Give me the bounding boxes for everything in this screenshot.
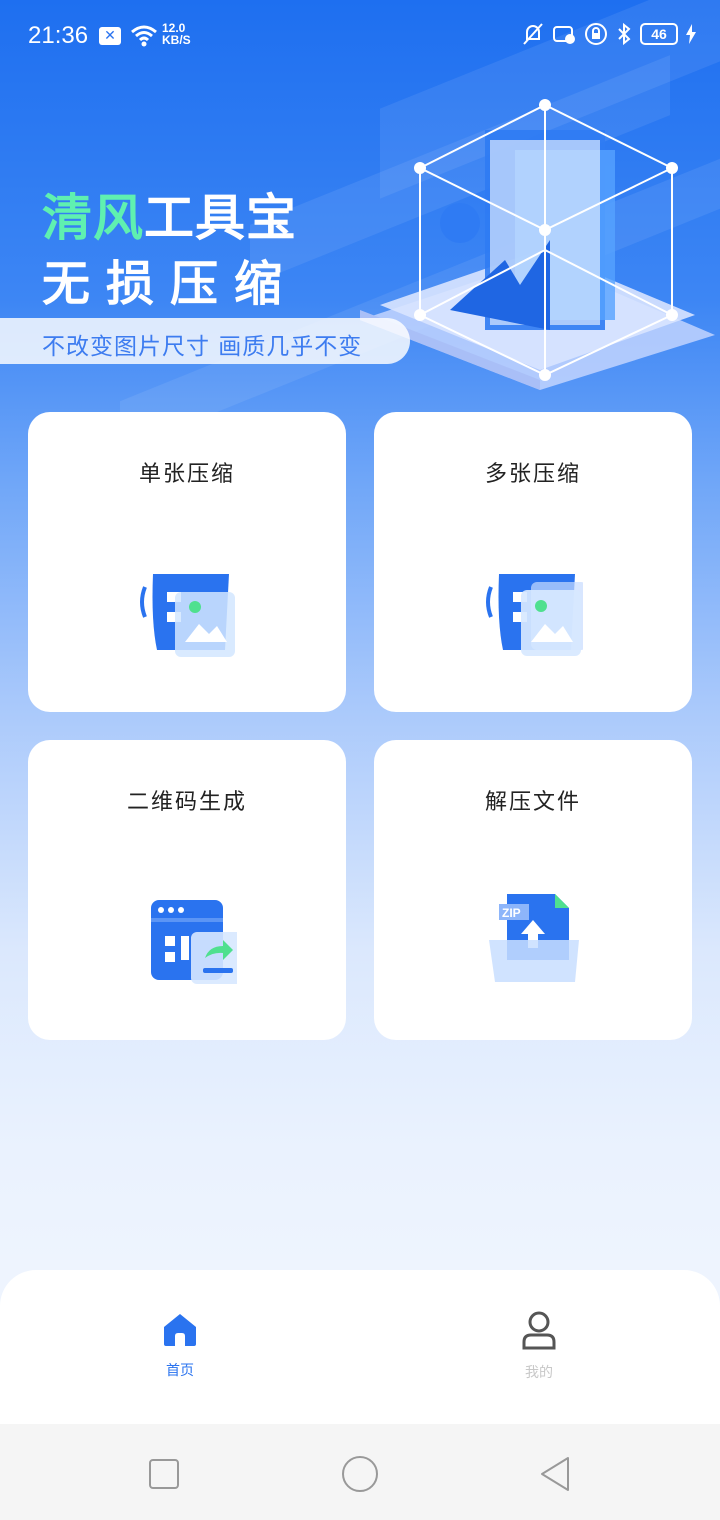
home-circle-icon[interactable] xyxy=(340,1454,380,1494)
card-unzip-file[interactable]: 解压文件 ZIP xyxy=(374,740,692,1040)
card-label: 解压文件 xyxy=(484,790,581,815)
user-icon xyxy=(522,1311,556,1350)
nav-label-mine: 我的 xyxy=(525,1365,553,1381)
bluetooth-icon xyxy=(618,22,631,46)
card-label: 多张压缩 xyxy=(484,462,581,487)
back-icon[interactable] xyxy=(536,1454,576,1494)
wifi-icon xyxy=(131,25,157,47)
bottom-nav: 首页 我的 xyxy=(0,1270,720,1424)
close-notification-icon: ✕ xyxy=(99,27,121,45)
recent-apps-icon[interactable] xyxy=(144,1454,184,1494)
nav-item-home[interactable]: 首页 xyxy=(120,1310,240,1390)
app-title-rest: 工具宝 xyxy=(144,190,297,246)
card-label: 单张压缩 xyxy=(138,462,235,487)
nav-label-home: 首页 xyxy=(166,1363,194,1379)
hero-tagline: 不改变图片尺寸 画质几乎不变 xyxy=(42,334,363,360)
charging-icon xyxy=(686,24,696,44)
card-multi-compress[interactable]: 多张压缩 xyxy=(374,412,692,712)
qr-code-generate-icon xyxy=(151,900,237,984)
card-qr-generate[interactable]: 二维码生成 xyxy=(28,740,346,1040)
nav-item-mine[interactable]: 我的 xyxy=(479,1310,599,1390)
sync-icon xyxy=(553,26,575,44)
multi-image-compress-icon xyxy=(486,574,583,656)
net-speed: 12.0 KB/S xyxy=(162,22,191,46)
system-nav-bar xyxy=(0,1424,720,1520)
battery-icon: 46 xyxy=(640,23,678,45)
zip-extract-icon: ZIP xyxy=(489,894,579,982)
svg-text:ZIP: ZIP xyxy=(502,906,521,920)
card-single-compress[interactable]: 单张压缩 xyxy=(28,412,346,712)
card-label: 二维码生成 xyxy=(126,790,247,815)
mute-icon xyxy=(523,23,543,45)
lock-icon xyxy=(585,23,607,45)
net-speed-unit: KB/S xyxy=(162,33,191,47)
home-icon xyxy=(164,1314,196,1346)
status-icons: 46 xyxy=(522,22,696,46)
app-title-accent: 清风 xyxy=(42,190,144,246)
single-image-compress-icon xyxy=(140,574,235,657)
hero-tagline-pill: 不改变图片尺寸 画质几乎不变 xyxy=(0,318,410,364)
status-bar: 21:36 ✕ 12.0 KB/S 46 xyxy=(0,0,720,76)
hero-subtitle: 无损压缩 xyxy=(42,258,299,311)
app-title: 清风工具宝 xyxy=(42,178,297,250)
status-time: 21:36 xyxy=(28,22,89,49)
